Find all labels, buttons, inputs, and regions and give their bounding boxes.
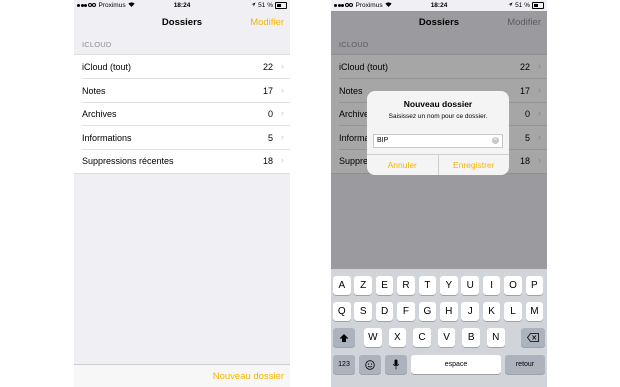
folder-list: iCloud (tout) 22 › Notes 17 › Archives 0… bbox=[74, 54, 290, 174]
alert-buttons: Annuler Enregistrer bbox=[367, 154, 509, 175]
key-x[interactable]: X bbox=[388, 328, 407, 347]
folder-row-archives[interactable]: Archives 0 › bbox=[74, 102, 290, 126]
folder-name: Informations bbox=[82, 132, 132, 143]
edit-button[interactable]: Modifier bbox=[250, 17, 284, 28]
key-j[interactable]: J bbox=[461, 302, 479, 321]
key-s[interactable]: S bbox=[354, 302, 372, 321]
chevron-right-icon: › bbox=[281, 155, 284, 166]
folder-count: 22 bbox=[262, 62, 273, 72]
key-h[interactable]: H bbox=[440, 302, 458, 321]
folder-count: 17 bbox=[262, 85, 273, 96]
battery-icon bbox=[275, 2, 287, 9]
dictation-key[interactable] bbox=[385, 355, 407, 374]
key-y[interactable]: Y bbox=[440, 276, 458, 295]
backspace-icon bbox=[527, 333, 539, 342]
emoji-key[interactable] bbox=[359, 355, 381, 374]
backspace-key[interactable] bbox=[521, 328, 545, 347]
chevron-right-icon: › bbox=[281, 108, 284, 119]
shift-key[interactable] bbox=[333, 328, 355, 347]
key-c[interactable]: C bbox=[413, 328, 431, 347]
phone-screen-new-folder-dialog: Proximus 18:24 51 % Dossiers Modifier IC… bbox=[331, 0, 547, 387]
battery-percent: 51 % bbox=[258, 2, 273, 9]
phone-screen-folders: Proximus 18:24 51 % Dossiers Modifier IC… bbox=[74, 0, 290, 387]
key-l[interactable]: L bbox=[504, 302, 522, 321]
bottom-toolbar: Nouveau dossier bbox=[74, 364, 290, 387]
alert-message: Saisissez un nom pour ce dossier. bbox=[388, 113, 488, 120]
key-m[interactable]: M bbox=[525, 302, 544, 321]
key-t[interactable]: T bbox=[418, 276, 437, 295]
key-k[interactable]: K bbox=[482, 302, 501, 321]
battery-percent: 51 % bbox=[515, 2, 530, 9]
chevron-right-icon: › bbox=[281, 61, 284, 71]
location-icon bbox=[508, 2, 513, 9]
folder-row-notes[interactable]: Notes 17 › bbox=[74, 79, 290, 103]
key-r[interactable]: R bbox=[397, 276, 415, 295]
numbers-key[interactable]: 123 bbox=[333, 355, 355, 374]
key-u[interactable]: U bbox=[461, 276, 479, 295]
status-bar: Proximus 18:24 51 % bbox=[74, 0, 290, 11]
section-header: ICLOUD bbox=[82, 40, 112, 49]
key-o[interactable]: O bbox=[504, 276, 522, 295]
key-i[interactable]: I bbox=[482, 276, 501, 295]
key-e[interactable]: E bbox=[375, 276, 394, 295]
return-key[interactable]: retour bbox=[505, 355, 545, 374]
folder-count: 18 bbox=[262, 156, 273, 167]
space-key[interactable]: espace bbox=[411, 355, 501, 374]
microphone-icon bbox=[392, 359, 400, 370]
folder-name-value: BIP bbox=[377, 137, 389, 144]
key-a[interactable]: A bbox=[333, 276, 351, 295]
key-p[interactable]: P bbox=[525, 276, 544, 295]
status-bar: Proximus 18:24 51 % bbox=[331, 0, 547, 11]
clear-text-icon[interactable]: × bbox=[492, 137, 499, 144]
key-n[interactable]: N bbox=[487, 328, 505, 347]
key-d[interactable]: D bbox=[375, 302, 394, 321]
new-folder-button[interactable]: Nouveau dossier bbox=[213, 371, 284, 382]
folder-name: Suppressions récentes bbox=[82, 156, 174, 167]
navigation-bar: Dossiers Modifier bbox=[74, 11, 290, 33]
emoji-icon bbox=[365, 359, 375, 370]
folder-name: Archives bbox=[82, 109, 117, 120]
folder-row-informations[interactable]: Informations 5 › bbox=[74, 126, 290, 150]
key-q[interactable]: Q bbox=[333, 302, 351, 321]
shift-icon bbox=[339, 333, 349, 342]
new-folder-alert: Nouveau dossier Saisissez un nom pour ce… bbox=[367, 91, 509, 175]
chevron-right-icon: › bbox=[281, 84, 284, 95]
cancel-button[interactable]: Annuler bbox=[367, 155, 439, 175]
folder-name-input[interactable]: BIP × bbox=[373, 134, 503, 148]
key-v[interactable]: V bbox=[437, 328, 456, 347]
folder-name: iCloud (tout) bbox=[82, 62, 132, 72]
alert-title: Nouveau dossier bbox=[403, 99, 473, 109]
key-w[interactable]: W bbox=[364, 328, 382, 347]
keyboard: A Z E R T Y U I O P Q S D F G H J K L M … bbox=[331, 269, 547, 387]
key-b[interactable]: B bbox=[462, 328, 480, 347]
folder-name: Notes bbox=[82, 85, 106, 96]
location-icon bbox=[251, 2, 256, 9]
chevron-right-icon: › bbox=[281, 131, 284, 142]
battery-icon bbox=[532, 2, 544, 9]
save-button[interactable]: Enregistrer bbox=[439, 155, 510, 175]
folder-count: 0 bbox=[267, 109, 273, 120]
folder-row-recently-deleted[interactable]: Suppressions récentes 18 › bbox=[74, 149, 290, 173]
key-f[interactable]: F bbox=[397, 302, 415, 321]
folder-row-icloud-all[interactable]: iCloud (tout) 22 › bbox=[74, 55, 290, 79]
key-g[interactable]: G bbox=[418, 302, 437, 321]
folder-count: 5 bbox=[267, 132, 273, 143]
key-z[interactable]: Z bbox=[354, 276, 372, 295]
